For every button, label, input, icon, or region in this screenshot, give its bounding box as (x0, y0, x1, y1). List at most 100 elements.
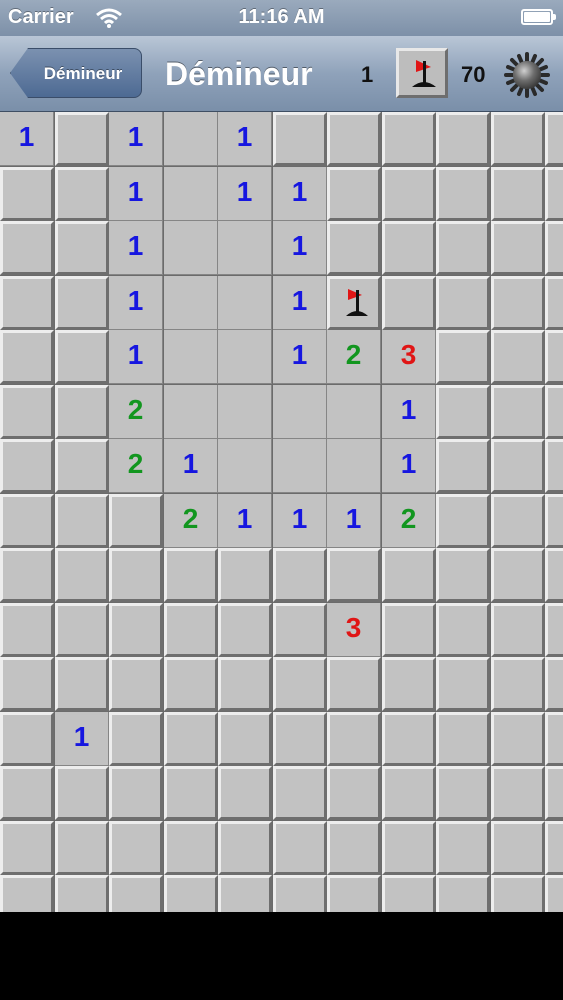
covered-cell[interactable] (164, 657, 218, 711)
covered-cell[interactable] (55, 330, 109, 384)
covered-cell[interactable] (0, 548, 54, 602)
covered-cell[interactable] (436, 603, 490, 657)
covered-cell[interactable] (382, 821, 436, 875)
covered-cell[interactable] (273, 112, 327, 166)
number-cell[interactable]: 2 (109, 385, 163, 439)
covered-cell[interactable] (436, 494, 490, 548)
covered-cell[interactable] (0, 276, 54, 330)
covered-cell[interactable] (545, 875, 563, 912)
covered-cell[interactable] (218, 875, 272, 912)
covered-cell[interactable] (0, 821, 54, 875)
covered-cell[interactable] (327, 221, 381, 275)
covered-cell[interactable] (0, 494, 54, 548)
covered-cell[interactable] (55, 603, 109, 657)
covered-cell[interactable] (0, 167, 54, 221)
covered-cell[interactable] (0, 385, 54, 439)
covered-cell[interactable] (382, 548, 436, 602)
empty-cell[interactable] (273, 385, 327, 439)
covered-cell[interactable] (491, 603, 545, 657)
covered-cell[interactable] (55, 766, 109, 820)
covered-cell[interactable] (109, 657, 163, 711)
covered-cell[interactable] (327, 712, 381, 766)
covered-cell[interactable] (436, 385, 490, 439)
covered-cell[interactable] (545, 276, 563, 330)
covered-cell[interactable] (436, 221, 490, 275)
empty-cell[interactable] (164, 330, 218, 384)
covered-cell[interactable] (545, 112, 563, 166)
number-cell[interactable]: 1 (273, 276, 327, 330)
covered-cell[interactable] (545, 221, 563, 275)
covered-cell[interactable] (491, 439, 545, 493)
empty-cell[interactable] (327, 439, 381, 493)
empty-cell[interactable] (164, 385, 218, 439)
covered-cell[interactable] (0, 657, 54, 711)
covered-cell[interactable] (327, 821, 381, 875)
covered-cell[interactable] (164, 712, 218, 766)
covered-cell[interactable] (545, 385, 563, 439)
covered-cell[interactable] (55, 821, 109, 875)
covered-cell[interactable] (218, 712, 272, 766)
number-cell[interactable]: 2 (164, 494, 218, 548)
number-cell[interactable]: 1 (109, 112, 163, 166)
covered-cell[interactable] (545, 548, 563, 602)
covered-cell[interactable] (164, 821, 218, 875)
covered-cell[interactable] (164, 603, 218, 657)
covered-cell[interactable] (273, 766, 327, 820)
covered-cell[interactable] (55, 221, 109, 275)
covered-cell[interactable] (382, 276, 436, 330)
covered-cell[interactable] (436, 276, 490, 330)
covered-cell[interactable] (273, 712, 327, 766)
covered-cell[interactable] (0, 875, 54, 912)
number-cell[interactable]: 2 (327, 330, 381, 384)
covered-cell[interactable] (109, 603, 163, 657)
covered-cell[interactable] (382, 657, 436, 711)
covered-cell[interactable] (436, 712, 490, 766)
covered-cell[interactable] (109, 821, 163, 875)
covered-cell[interactable] (382, 712, 436, 766)
covered-cell[interactable] (491, 221, 545, 275)
number-cell[interactable]: 1 (382, 439, 436, 493)
covered-cell[interactable] (436, 875, 490, 912)
covered-cell[interactable] (491, 494, 545, 548)
covered-cell[interactable] (382, 167, 436, 221)
covered-cell[interactable] (545, 766, 563, 820)
covered-cell[interactable] (0, 330, 54, 384)
number-cell[interactable]: 2 (109, 439, 163, 493)
empty-cell[interactable] (218, 439, 272, 493)
empty-cell[interactable] (164, 276, 218, 330)
number-cell[interactable]: 1 (109, 276, 163, 330)
covered-cell[interactable] (491, 712, 545, 766)
empty-cell[interactable] (218, 330, 272, 384)
covered-cell[interactable] (273, 821, 327, 875)
covered-cell[interactable] (382, 766, 436, 820)
empty-cell[interactable] (327, 385, 381, 439)
covered-cell[interactable] (327, 112, 381, 166)
covered-cell[interactable] (545, 821, 563, 875)
covered-cell[interactable] (218, 766, 272, 820)
covered-cell[interactable] (0, 221, 54, 275)
covered-cell[interactable] (491, 385, 545, 439)
covered-cell[interactable] (164, 875, 218, 912)
covered-cell[interactable] (491, 548, 545, 602)
covered-cell[interactable] (0, 439, 54, 493)
covered-cell[interactable] (491, 766, 545, 820)
covered-cell[interactable] (109, 875, 163, 912)
covered-cell[interactable] (218, 657, 272, 711)
covered-cell[interactable] (55, 657, 109, 711)
covered-cell[interactable] (218, 603, 272, 657)
covered-cell[interactable] (545, 439, 563, 493)
covered-cell[interactable] (55, 276, 109, 330)
number-cell[interactable]: 1 (273, 330, 327, 384)
covered-cell[interactable] (218, 821, 272, 875)
covered-cell[interactable] (545, 330, 563, 384)
empty-cell[interactable] (164, 167, 218, 221)
covered-cell[interactable] (0, 712, 54, 766)
covered-cell[interactable] (382, 875, 436, 912)
covered-cell[interactable] (436, 821, 490, 875)
number-cell[interactable]: 1 (218, 167, 272, 221)
covered-cell[interactable] (55, 112, 109, 166)
covered-cell[interactable] (55, 385, 109, 439)
covered-cell[interactable] (55, 439, 109, 493)
covered-cell[interactable] (436, 167, 490, 221)
number-cell[interactable]: 2 (382, 494, 436, 548)
